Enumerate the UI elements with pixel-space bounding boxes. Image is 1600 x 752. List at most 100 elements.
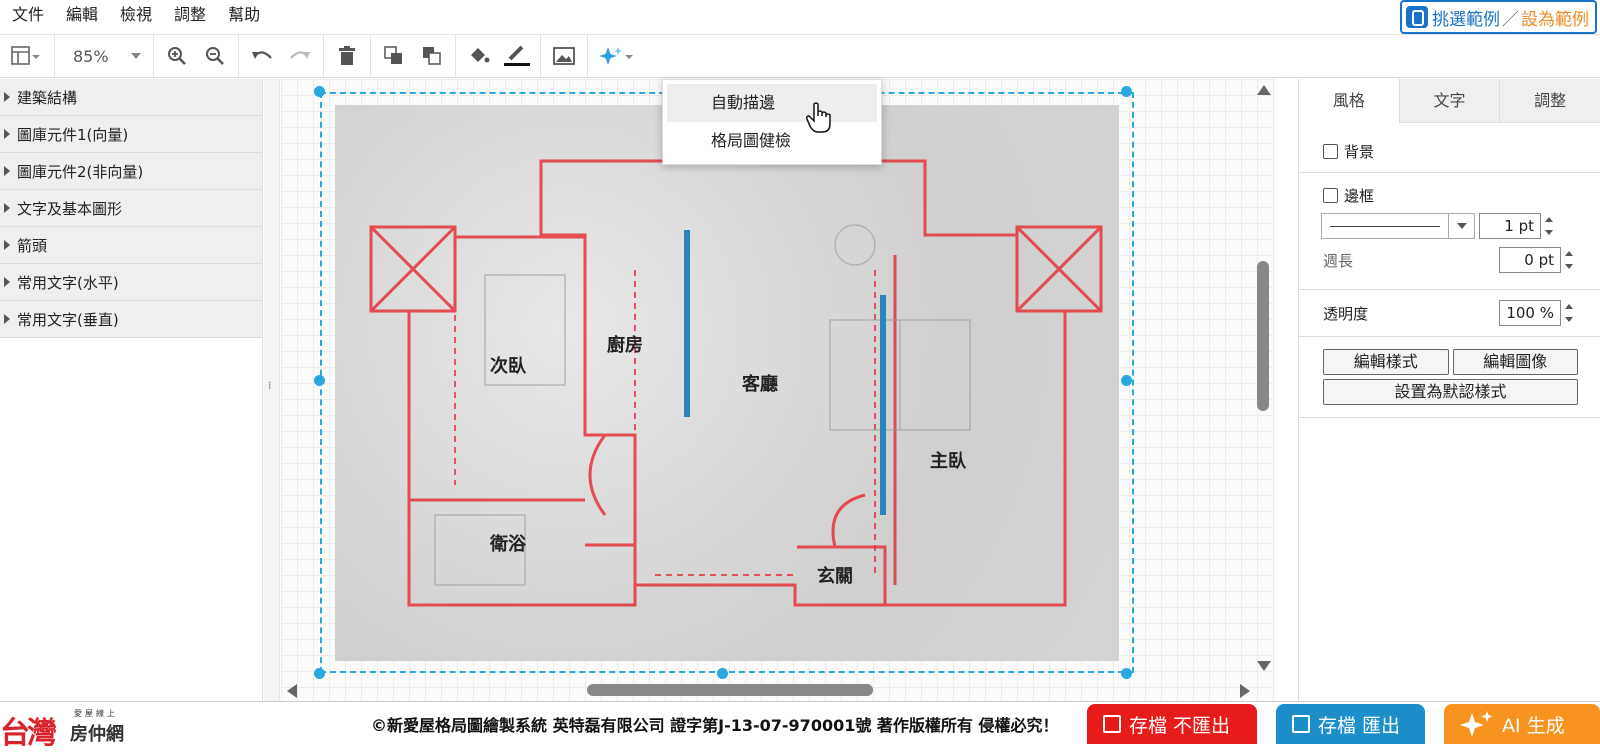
vertical-scrollbar[interactable] (1254, 79, 1272, 679)
resize-handle-bottom-left[interactable] (314, 668, 325, 679)
toolbar-separator (455, 34, 456, 78)
toolbar-separator (238, 34, 239, 78)
background-checkbox[interactable] (1323, 144, 1338, 159)
opacity-stepper[interactable] (1563, 300, 1575, 326)
horizontal-scroll-thumb[interactable] (587, 684, 873, 696)
edit-style-button[interactable]: 編輯樣式 (1323, 349, 1449, 375)
perimeter-input[interactable]: 0 pt (1499, 247, 1561, 273)
sidebar-item-building-structure[interactable]: 建築結構 (0, 79, 262, 116)
border-section: 邊框 1 pt 週長 0 pt (1299, 173, 1600, 290)
toolbar: 85% (0, 34, 1600, 78)
menu-adjust[interactable]: 調整 (162, 1, 216, 29)
chevron-right-icon (4, 277, 10, 287)
chevron-right-icon (4, 203, 10, 213)
opacity-section: 透明度 100 % (1299, 290, 1600, 337)
sidebar-item-text-shapes[interactable]: 文字及基本圖形 (0, 190, 262, 227)
bring-front-button[interactable] (375, 39, 413, 73)
hand-pointer-icon (1406, 6, 1428, 28)
resize-handle-bottom-right[interactable] (1121, 668, 1132, 679)
drawing-canvas[interactable]: 次臥 廚房 客廳 主臥 衛浴 玄關 (281, 79, 1274, 701)
ai-generate-button[interactable]: AI 生成 (1444, 704, 1600, 744)
line-color-button[interactable] (498, 39, 536, 73)
chevron-right-icon (4, 166, 10, 176)
border-width-stepper[interactable] (1543, 213, 1555, 239)
menu-file[interactable]: 文件 (0, 1, 54, 29)
zoom-in-button[interactable] (158, 39, 196, 73)
zoom-value: 85% (73, 46, 109, 66)
delete-button[interactable] (328, 39, 366, 73)
redo-icon (290, 51, 310, 59)
tab-text[interactable]: 文字 (1398, 79, 1500, 123)
background-label: 背景 (1344, 143, 1375, 161)
save-export-label: 存檔 匯出 (1318, 714, 1401, 737)
sidebar-item-text-vertical[interactable]: 常用文字(垂直) (0, 301, 262, 338)
chevron-right-icon (4, 92, 10, 102)
save-no-export-button[interactable]: 存檔 不匯出 (1087, 704, 1257, 744)
sidebar-item-text-horizontal[interactable]: 常用文字(水平) (0, 264, 262, 301)
menu-view[interactable]: 檢視 (108, 1, 162, 29)
menu-help[interactable]: 幫助 (216, 1, 270, 29)
zoom-out-icon (206, 47, 224, 65)
menu-item-floorplan-check[interactable]: 格局圖健檢 (667, 122, 877, 160)
menu-item-auto-trace[interactable]: 自動描邊 (667, 84, 877, 122)
pick-example-link[interactable]: 挑選範例 (1432, 5, 1500, 30)
sidebar-item-label: 建築結構 (17, 88, 78, 107)
resize-handle-top-left[interactable] (314, 86, 325, 97)
insert-image-button[interactable] (545, 39, 583, 73)
undo-button[interactable] (243, 39, 281, 73)
paint-bucket-icon (471, 48, 490, 63)
perimeter-stepper[interactable] (1563, 247, 1575, 273)
save-icon (1103, 715, 1121, 733)
resize-handle-bottom[interactable] (717, 668, 728, 679)
sidebar-item-library-raster[interactable]: 圖庫元件2(非向量) (0, 153, 262, 190)
scroll-left-icon[interactable] (287, 684, 297, 698)
border-style-select[interactable] (1321, 213, 1475, 239)
resize-handle-right[interactable] (1121, 375, 1132, 386)
image-icon (553, 47, 575, 65)
vertical-scroll-thumb[interactable] (1257, 261, 1269, 411)
layout-panel-icon (11, 46, 40, 65)
chevron-right-icon (4, 129, 10, 139)
sidebar-item-library-vector[interactable]: 圖庫元件1(向量) (0, 116, 262, 153)
set-as-example-link[interactable]: 設為範例 (1521, 5, 1589, 30)
border-checkbox[interactable] (1323, 188, 1338, 203)
opacity-input[interactable]: 100 % (1499, 300, 1561, 326)
zoom-out-button[interactable] (196, 39, 234, 73)
chevron-right-icon (4, 314, 10, 324)
example-separator: ／ (1502, 9, 1519, 30)
layout-toggle-button[interactable] (0, 39, 50, 73)
tab-style[interactable]: 風格 (1299, 79, 1399, 123)
sidebar-splitter[interactable]: ⁞ (264, 79, 280, 701)
ai-tools-button[interactable] (592, 39, 640, 73)
scroll-up-icon[interactable] (1257, 85, 1271, 95)
border-width-input[interactable]: 1 pt (1479, 213, 1541, 239)
save-export-button[interactable]: 存檔 匯出 (1276, 704, 1425, 744)
undo-icon (252, 51, 272, 59)
zoom-in-icon (168, 47, 186, 65)
style-actions-section: 編輯樣式 編輯圖像 設置為默認樣式 (1299, 337, 1600, 418)
fill-color-button[interactable] (460, 39, 498, 73)
resize-handle-left[interactable] (314, 375, 325, 386)
zoom-select[interactable]: 85% (59, 47, 149, 66)
toolbar-separator (587, 34, 588, 78)
trash-icon (339, 46, 355, 65)
sidebar-item-label: 圖庫元件2(非向量) (17, 162, 144, 181)
scroll-down-icon[interactable] (1257, 661, 1271, 671)
company-logo: 台灣 愛屋線上 房仲網 (0, 706, 140, 751)
set-default-style-button[interactable]: 設置為默認樣式 (1323, 379, 1578, 405)
resize-handle-top-right[interactable] (1121, 86, 1132, 97)
sidebar-item-arrows[interactable]: 箭頭 (0, 227, 262, 264)
tab-arrange[interactable]: 調整 (1499, 79, 1600, 123)
toolbar-separator (54, 34, 55, 78)
edit-image-button[interactable]: 編輯圖像 (1452, 349, 1578, 375)
logo-tagline: 愛屋線上 (74, 709, 118, 718)
redo-button[interactable] (281, 39, 319, 73)
send-back-button[interactable] (413, 39, 451, 73)
horizontal-scrollbar[interactable] (281, 679, 1256, 701)
sidebar-item-label: 圖庫元件1(向量) (17, 125, 129, 144)
format-tabs: 風格 文字 調整 (1299, 79, 1600, 123)
scroll-right-icon[interactable] (1240, 684, 1250, 698)
send-to-back-icon (423, 47, 441, 65)
selection-box (320, 92, 1134, 673)
menu-edit[interactable]: 編輯 (54, 1, 108, 29)
